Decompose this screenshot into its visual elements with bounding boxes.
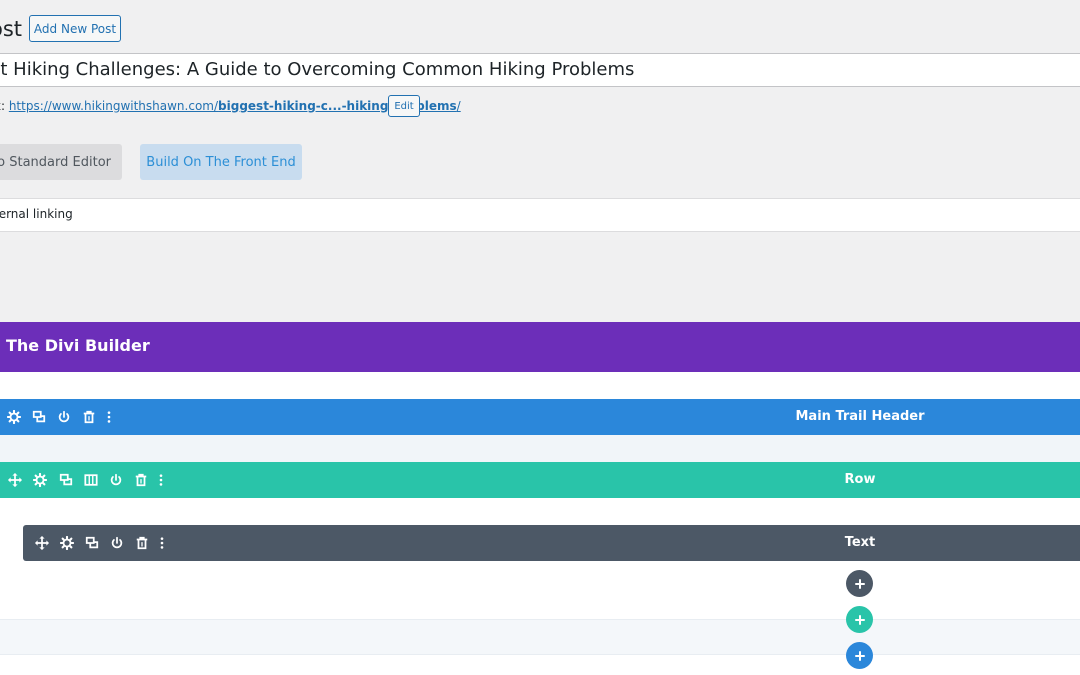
permalink-edit-button[interactable]: Edit xyxy=(388,95,420,117)
trash-icon[interactable] xyxy=(133,472,149,488)
standard-editor-button[interactable]: To Standard Editor xyxy=(0,144,122,180)
section-label: Main Trail Header xyxy=(795,409,925,424)
permalink-base: https://www.hikingwithshawn.com/ xyxy=(8,99,219,113)
more-icon[interactable] xyxy=(101,409,117,425)
post-title-input[interactable]: st Hiking Challenges: A Guide to Overcom… xyxy=(0,54,1071,86)
trash-icon[interactable] xyxy=(81,409,97,425)
add-section-button[interactable] xyxy=(846,642,873,669)
power-icon[interactable] xyxy=(108,472,124,488)
duplicate-icon[interactable] xyxy=(31,409,47,425)
page-title: ost xyxy=(0,17,23,41)
columns-icon[interactable] xyxy=(83,472,99,488)
power-icon[interactable] xyxy=(56,409,72,425)
duplicate-icon[interactable] xyxy=(58,472,74,488)
duplicate-icon[interactable] xyxy=(84,535,100,551)
internal-linking-panel[interactable] xyxy=(0,198,1080,232)
section-body xyxy=(0,435,1080,462)
plus-icon xyxy=(854,650,865,661)
move-icon[interactable] xyxy=(7,472,23,488)
row-label: Row xyxy=(844,472,876,487)
permalink-slug: biggest-hiking-c...-hiking-problems xyxy=(218,99,457,113)
gear-icon[interactable] xyxy=(59,535,75,551)
section-bar[interactable]: Main Trail Header xyxy=(0,399,1080,435)
divi-builder-title: The Divi Builder xyxy=(6,336,150,355)
plus-icon xyxy=(854,614,865,625)
add-module-button[interactable] xyxy=(846,570,873,597)
permalink-trail: / xyxy=(456,99,461,113)
more-icon[interactable] xyxy=(154,535,170,551)
section-bottom-area xyxy=(0,619,1080,655)
plus-icon xyxy=(854,578,865,589)
gear-icon[interactable] xyxy=(32,472,48,488)
add-new-post-button[interactable]: Add New Post xyxy=(29,15,121,42)
move-icon[interactable] xyxy=(34,535,50,551)
text-module-bar[interactable]: Text xyxy=(23,525,1080,561)
add-row-button[interactable] xyxy=(846,606,873,633)
module-label: Text xyxy=(844,535,876,550)
permalink-label: k: xyxy=(0,99,5,113)
power-icon[interactable] xyxy=(109,535,125,551)
internal-linking-label: ternal linking xyxy=(0,207,73,221)
trash-icon[interactable] xyxy=(134,535,150,551)
gear-icon[interactable] xyxy=(6,409,22,425)
row-bar[interactable]: Row xyxy=(0,462,1080,498)
post-title-box[interactable]: st Hiking Challenges: A Guide to Overcom… xyxy=(0,53,1080,87)
divi-builder-header xyxy=(0,322,1080,372)
more-icon[interactable] xyxy=(153,472,169,488)
front-end-builder-button[interactable]: Build On The Front End xyxy=(140,144,302,180)
